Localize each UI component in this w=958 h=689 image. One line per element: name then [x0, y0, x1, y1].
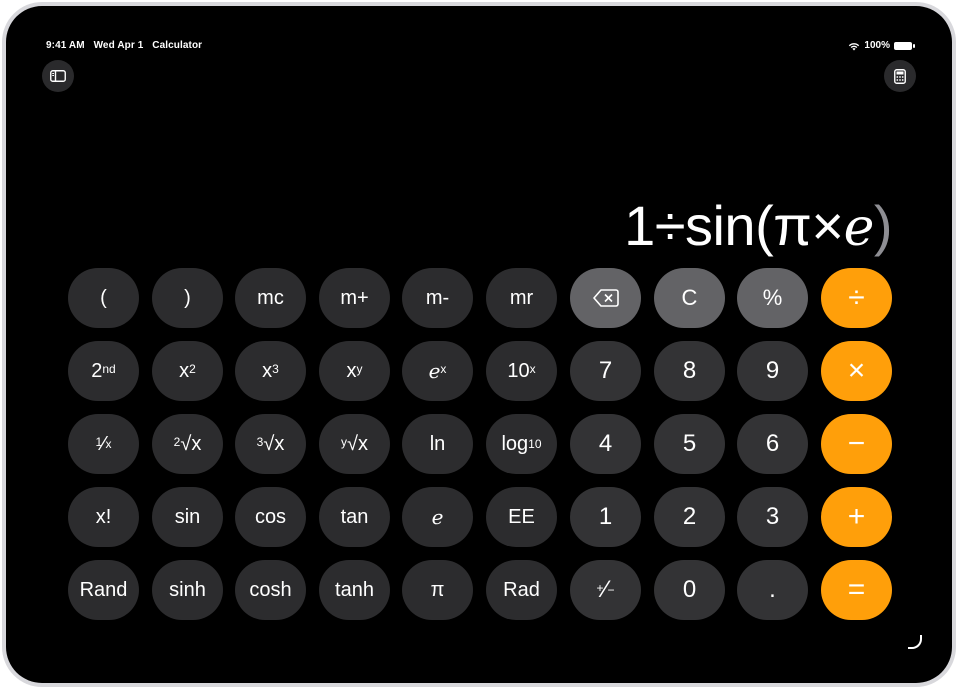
plus-key[interactable]: +	[821, 487, 892, 547]
status-bar-right: 100%	[848, 40, 915, 51]
ln-key[interactable]: ln	[402, 414, 473, 474]
four-key[interactable]: 4	[570, 414, 641, 474]
sinh-key[interactable]: sinh	[152, 560, 223, 620]
clear-key[interactable]: C	[654, 268, 725, 328]
decimal-key[interactable]: .	[737, 560, 808, 620]
expression-suffix: )	[873, 194, 893, 257]
expression-display: 1÷sin(π×e)	[624, 194, 893, 259]
factorial-key[interactable]: x!	[68, 487, 139, 547]
calculator-mode-button[interactable]	[884, 60, 916, 92]
three-key[interactable]: 3	[737, 487, 808, 547]
e-constant-key[interactable]: e	[402, 487, 473, 547]
minus-key[interactable]: −	[821, 414, 892, 474]
percent-key[interactable]: %	[737, 268, 808, 328]
mc-key[interactable]: mc	[235, 268, 306, 328]
m-minus-key[interactable]: m-	[402, 268, 473, 328]
equals-key[interactable]: =	[821, 560, 892, 620]
calculator-icon	[894, 68, 906, 84]
wifi-icon	[849, 42, 860, 50]
expression-prefix: 1÷sin(π×	[624, 194, 844, 257]
pi-key[interactable]: π	[402, 560, 473, 620]
cosh-key[interactable]: cosh	[235, 560, 306, 620]
resize-corner-icon	[908, 635, 922, 649]
close-paren-key[interactable]: )	[152, 268, 223, 328]
cube-root-key[interactable]: 3 √x	[235, 414, 306, 474]
e-constant-label: e	[431, 505, 444, 529]
reciprocal-key[interactable]: 1 ⁄ x	[68, 414, 139, 474]
e-power-x-key[interactable]: ex	[402, 341, 473, 401]
one-key[interactable]: 1	[570, 487, 641, 547]
square-root-key[interactable]: 2 √x	[152, 414, 223, 474]
ten-power-x-key[interactable]: 10 x	[486, 341, 557, 401]
multiply-key[interactable]: ×	[821, 341, 892, 401]
tanh-key[interactable]: tanh	[319, 560, 390, 620]
ee-key[interactable]: EE	[486, 487, 557, 547]
mr-key[interactable]: mr	[486, 268, 557, 328]
status-time: 9:41 AM	[46, 40, 85, 51]
log10-key[interactable]: log 10	[486, 414, 557, 474]
backspace-key[interactable]	[570, 268, 641, 328]
second-key[interactable]: 2nd	[68, 341, 139, 401]
device-frame: 9:41 AM Wed Apr 1 Calculator 100% 1÷sin(…	[0, 0, 958, 689]
plus-minus-key[interactable]: + ⁄ −	[570, 560, 641, 620]
backspace-icon	[592, 289, 619, 307]
rand-key[interactable]: Rand	[68, 560, 139, 620]
rad-key[interactable]: Rad	[486, 560, 557, 620]
open-paren-key[interactable]: (	[68, 268, 139, 328]
divide-key[interactable]: ÷	[821, 268, 892, 328]
zero-key[interactable]: 0	[654, 560, 725, 620]
status-date: Wed Apr 1	[93, 40, 144, 51]
eight-key[interactable]: 8	[654, 341, 725, 401]
sin-key[interactable]: sin	[152, 487, 223, 547]
six-key[interactable]: 6	[737, 414, 808, 474]
sidebar-icon	[50, 70, 66, 82]
tan-key[interactable]: tan	[319, 487, 390, 547]
two-key[interactable]: 2	[654, 487, 725, 547]
battery-percent: 100%	[864, 40, 890, 51]
x-cubed-key[interactable]: x3	[235, 341, 306, 401]
battery-icon	[894, 41, 915, 50]
cos-key[interactable]: cos	[235, 487, 306, 547]
x-squared-key[interactable]: x2	[152, 341, 223, 401]
status-bar-left: 9:41 AM Wed Apr 1 Calculator	[46, 40, 208, 51]
sidebar-toggle-button[interactable]	[42, 60, 74, 92]
m-plus-key[interactable]: m+	[319, 268, 390, 328]
expression-e: e	[843, 198, 875, 258]
five-key[interactable]: 5	[654, 414, 725, 474]
status-app: Calculator	[152, 40, 203, 51]
x-power-y-key[interactable]: xy	[319, 341, 390, 401]
calculator-screen: 9:41 AM Wed Apr 1 Calculator 100% 1÷sin(…	[6, 6, 952, 683]
seven-key[interactable]: 7	[570, 341, 641, 401]
y-root-key[interactable]: y √x	[319, 414, 390, 474]
nine-key[interactable]: 9	[737, 341, 808, 401]
